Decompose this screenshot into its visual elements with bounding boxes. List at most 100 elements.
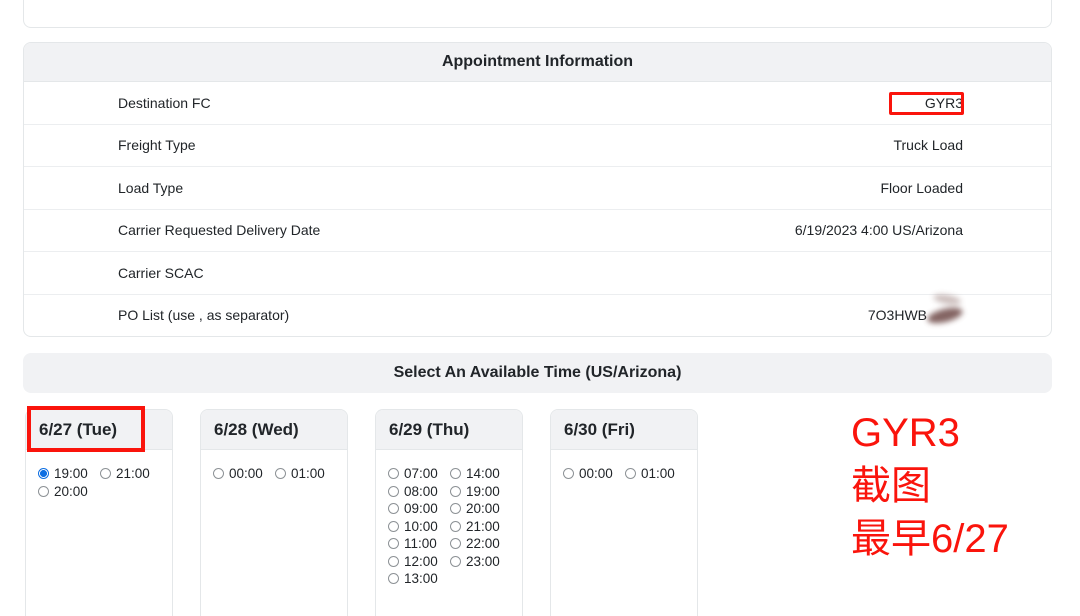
option-column: 01:00 bbox=[625, 465, 687, 483]
radio-icon[interactable] bbox=[388, 503, 399, 514]
previous-section-card bbox=[23, 0, 1052, 28]
row-label: Destination FC bbox=[118, 95, 211, 111]
row-value: 7O3HWB bbox=[868, 307, 963, 323]
radio-icon[interactable] bbox=[388, 573, 399, 584]
day-options: 00:00 01:00 bbox=[551, 450, 697, 483]
time-label: 11:00 bbox=[404, 536, 437, 551]
time-label: 20:00 bbox=[466, 501, 500, 516]
radio-icon[interactable] bbox=[388, 521, 399, 532]
radio-icon[interactable] bbox=[450, 556, 461, 567]
table-row: Load Type Floor Loaded bbox=[24, 167, 1051, 210]
option-column: 01:00 bbox=[275, 465, 337, 483]
time-option[interactable]: 13:00 bbox=[388, 570, 450, 588]
option-column: 19:00 20:00 bbox=[38, 465, 100, 500]
radio-icon[interactable] bbox=[625, 468, 636, 479]
day-header: 6/30 (Fri) bbox=[551, 410, 697, 450]
time-select-title: Select An Available Time (US/Arizona) bbox=[394, 364, 682, 382]
time-option[interactable]: 01:00 bbox=[625, 465, 687, 483]
time-option[interactable]: 19:00 bbox=[38, 465, 100, 483]
time-option[interactable]: 23:00 bbox=[450, 553, 512, 571]
table-row: PO List (use , as separator) 7O3HWB bbox=[24, 295, 1051, 337]
time-option[interactable]: 20:00 bbox=[38, 483, 100, 501]
radio-icon[interactable] bbox=[100, 468, 111, 479]
table-row: Destination FC GYR3 bbox=[24, 82, 1051, 125]
day-card: 6/29 (Thu) 07:0008:00 09:00 10:00 11:00 12:00… bbox=[375, 409, 523, 616]
radio-icon[interactable] bbox=[450, 521, 461, 532]
time-option[interactable]: 12:00 bbox=[388, 553, 450, 571]
row-label: Freight Type bbox=[118, 137, 196, 153]
row-value: 6/19/2023 4:00 US/Arizona bbox=[795, 222, 963, 238]
table-row: Carrier Requested Delivery Date6/19/2023… bbox=[24, 210, 1051, 253]
time-label: 00:00 bbox=[579, 466, 613, 481]
time-option[interactable]: 07:00 bbox=[388, 465, 450, 483]
appointment-table-body: Destination FC GYR3 Freight Type Truck Load… bbox=[24, 82, 1051, 336]
time-select-header: Select An Available Time (US/Arizona) bbox=[23, 353, 1052, 393]
radio-icon[interactable] bbox=[388, 556, 399, 567]
radio-icon[interactable] bbox=[388, 486, 399, 497]
time-label: 09:00 bbox=[404, 501, 438, 516]
time-option[interactable]: 10:00 bbox=[388, 518, 450, 536]
row-value: Floor Loaded bbox=[880, 180, 963, 196]
time-option[interactable]: 19:00 bbox=[450, 483, 512, 501]
time-option[interactable]: 20:00 bbox=[450, 500, 512, 518]
time-option[interactable]: 01:00 bbox=[275, 465, 337, 483]
radio-icon[interactable] bbox=[388, 538, 399, 549]
time-label: 10:00 bbox=[404, 519, 438, 534]
annotation-text: GYR3 截图 最早6/27 bbox=[851, 407, 1009, 566]
radio-icon[interactable] bbox=[450, 538, 461, 549]
radio-icon[interactable] bbox=[213, 468, 224, 479]
time-label: 21:00 bbox=[116, 466, 150, 481]
time-label: 01:00 bbox=[641, 466, 675, 481]
time-option[interactable]: 00:00 bbox=[563, 465, 625, 483]
time-option[interactable]: 14:00 bbox=[450, 465, 512, 483]
option-column: 14:00 19:0020:00 21:00 22:00 23:00 bbox=[450, 465, 512, 588]
row-label: Load Type bbox=[118, 180, 183, 196]
time-option[interactable]: 00:00 bbox=[213, 465, 275, 483]
row-label: PO List (use , as separator) bbox=[118, 307, 289, 323]
time-label: 22:00 bbox=[466, 536, 500, 551]
radio-icon[interactable] bbox=[450, 468, 461, 479]
option-column: 00:00 bbox=[563, 465, 625, 483]
time-option[interactable]: 22:00 bbox=[450, 535, 512, 553]
day-card: 6/28 (Wed) 00:00 01:00 bbox=[200, 409, 348, 616]
appointment-info-header: Appointment Information bbox=[24, 43, 1051, 82]
time-label: 14:00 bbox=[466, 466, 500, 481]
radio-icon[interactable] bbox=[388, 468, 399, 479]
day-header: 6/27 (Tue) bbox=[26, 410, 172, 450]
annotation-line: 截图 bbox=[851, 460, 1009, 513]
row-value: Truck Load bbox=[893, 137, 963, 153]
radio-icon[interactable] bbox=[38, 486, 49, 497]
option-column: 00:00 bbox=[213, 465, 275, 483]
time-option[interactable]: 11:00 bbox=[388, 535, 450, 553]
appointment-info-card: Appointment Information Destination FC GY… bbox=[23, 42, 1052, 337]
radio-icon[interactable] bbox=[450, 503, 461, 514]
option-column: 21:00 bbox=[100, 465, 162, 500]
day-header: 6/28 (Wed) bbox=[201, 410, 347, 450]
day-card: 6/30 (Fri) 00:00 01:00 bbox=[550, 409, 698, 616]
time-option[interactable]: 21:00 bbox=[450, 518, 512, 536]
row-label: Carrier SCAC bbox=[118, 265, 204, 281]
radio-icon[interactable] bbox=[450, 486, 461, 497]
time-label: 00:00 bbox=[229, 466, 263, 481]
time-label: 21:00 bbox=[466, 519, 500, 534]
page: Appointment Information Destination FC GY… bbox=[0, 0, 1080, 616]
day-columns: 6/27 (Tue)19:0020:0021:006/28 (Wed)00:00… bbox=[25, 409, 698, 616]
time-option[interactable]: 21:00 bbox=[100, 465, 162, 483]
radio-icon[interactable] bbox=[563, 468, 574, 479]
time-label: 13:00 bbox=[404, 571, 438, 586]
time-label: 08:00 bbox=[404, 484, 438, 499]
day-card: 6/27 (Tue) 19:00 20:00 21:00 bbox=[25, 409, 173, 616]
day-header: 6/29 (Thu) bbox=[376, 410, 522, 450]
radio-icon[interactable] bbox=[275, 468, 286, 479]
radio-icon[interactable] bbox=[38, 468, 49, 479]
annotation-line: GYR3 bbox=[851, 407, 1009, 460]
annotation-line: 最早6/27 bbox=[851, 513, 1009, 566]
table-row: Freight Type Truck Load bbox=[24, 125, 1051, 168]
appointment-info-title: Appointment Information bbox=[442, 53, 633, 71]
time-option[interactable]: 09:00 bbox=[388, 500, 450, 518]
day-options: 00:00 01:00 bbox=[201, 450, 347, 483]
row-value: GYR3 bbox=[925, 95, 963, 111]
time-option[interactable]: 08:00 bbox=[388, 483, 450, 501]
time-label: 19:00 bbox=[54, 466, 88, 481]
redaction-smudge bbox=[926, 305, 964, 326]
